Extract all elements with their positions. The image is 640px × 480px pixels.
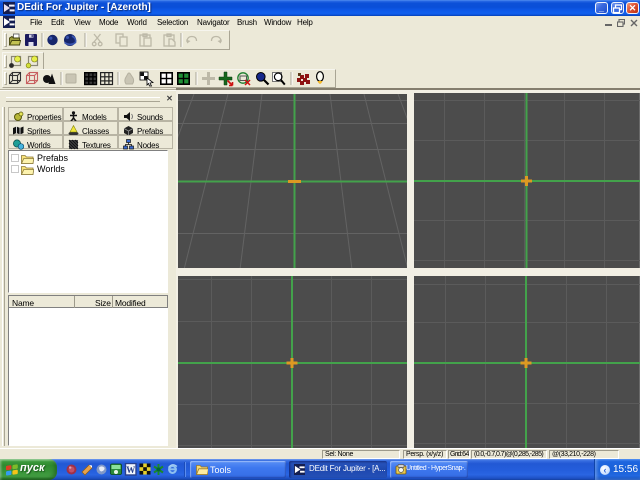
- svg-text:W: W: [126, 465, 135, 475]
